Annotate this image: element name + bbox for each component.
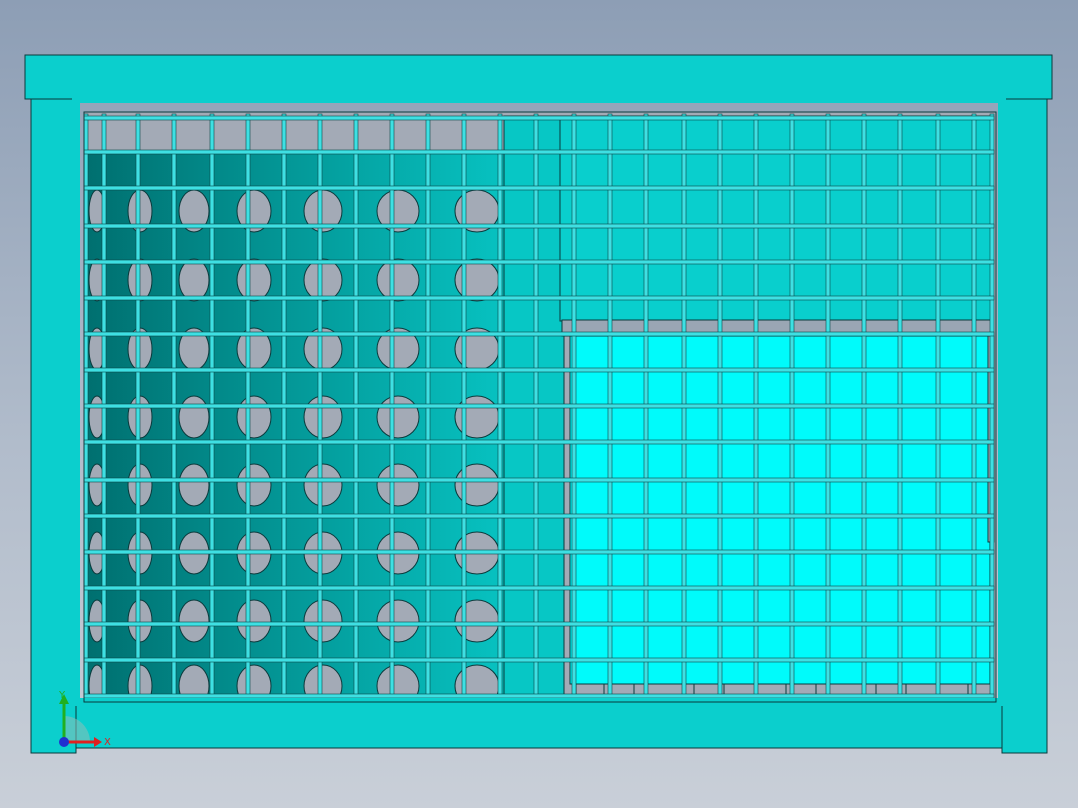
mesh-wire-horizontal — [83, 367, 995, 373]
perforation-hole — [303, 258, 343, 302]
mesh-wire-horizontal — [83, 331, 995, 337]
frame-left-post[interactable] — [30, 98, 77, 754]
mesh-wire-horizontal — [83, 403, 995, 409]
perforation-hole — [303, 463, 343, 507]
mesh-wire-horizontal — [83, 149, 995, 155]
mesh-wire-horizontal — [83, 549, 995, 555]
perforation-hole — [178, 395, 210, 439]
perforation-hole — [454, 599, 500, 643]
perforation-hole — [236, 463, 272, 507]
frame-right-post[interactable] — [1001, 98, 1048, 754]
perforation-hole — [376, 395, 420, 439]
perforation-hole — [178, 258, 210, 302]
frame-bottom-rail[interactable] — [75, 701, 1003, 749]
mesh-wire-horizontal — [83, 585, 995, 591]
mesh-wire-horizontal — [83, 295, 995, 301]
perforation-hole — [178, 599, 210, 643]
perforation-hole — [454, 395, 500, 439]
mesh-wire-horizontal — [83, 621, 995, 627]
mesh-wire-horizontal — [83, 513, 995, 519]
perforation-hole — [303, 395, 343, 439]
perforation-hole — [376, 258, 420, 302]
perforation-hole — [454, 463, 500, 507]
perforation-hole — [236, 599, 272, 643]
perforation-hole — [236, 395, 272, 439]
perforation-hole — [376, 463, 420, 507]
triad-x-label: X — [104, 737, 111, 748]
mesh-wire-horizontal — [83, 223, 995, 229]
mesh-wire-horizontal — [83, 115, 995, 121]
mesh-wire-horizontal — [83, 259, 995, 265]
mesh-wire-horizontal — [83, 657, 995, 663]
perforation-hole — [376, 599, 420, 643]
perforation-hole — [236, 258, 272, 302]
triad-z-axis-icon — [59, 737, 69, 747]
mesh-wire-horizontal — [83, 693, 995, 699]
frame-top-beam[interactable] — [24, 54, 1053, 100]
mesh-wire-horizontal — [83, 477, 995, 483]
mesh-wire-horizontal — [83, 185, 995, 191]
triad-y-label: Y — [58, 690, 66, 701]
bright-right-panel[interactable] — [561, 319, 995, 701]
perforation-hole — [454, 258, 500, 302]
perforation-hole — [303, 599, 343, 643]
upper-right-plate[interactable] — [559, 115, 993, 322]
mesh-wire-horizontal — [83, 439, 995, 445]
3d-viewport[interactable]: Y X — [0, 0, 1078, 808]
perforation-hole — [178, 463, 210, 507]
